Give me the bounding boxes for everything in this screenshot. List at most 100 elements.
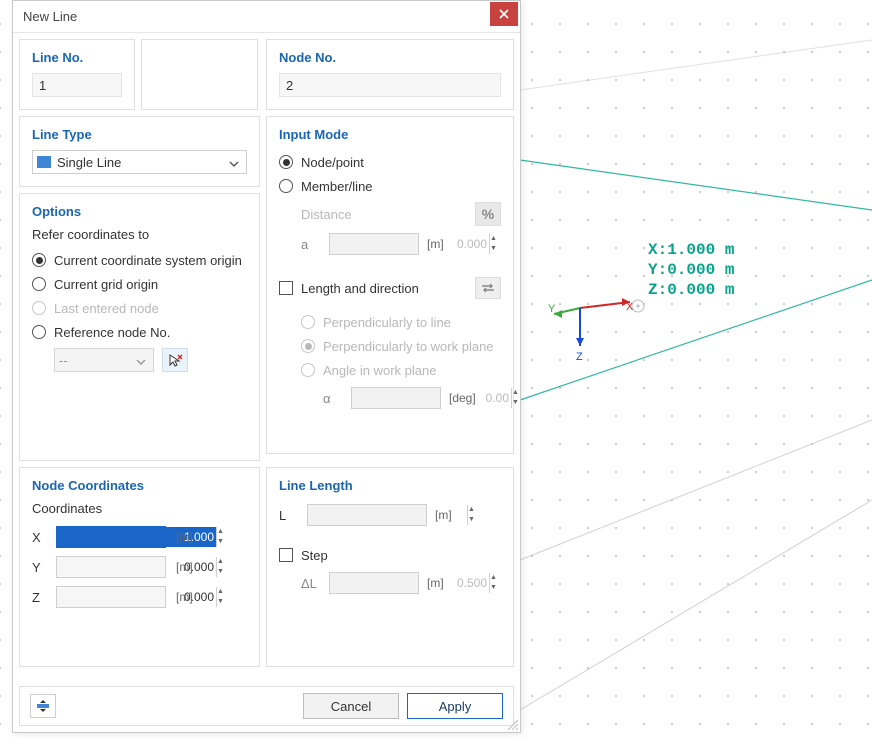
z-label: Z (32, 590, 46, 605)
new-line-dialog: New Line Line No. Node No. Line Type S (12, 0, 521, 733)
ucs-axes: X Y Z (540, 280, 660, 373)
readout-x: X:1.000 m (648, 240, 734, 260)
spin-up-icon[interactable]: ▲ (217, 587, 224, 597)
radio-icon (279, 179, 293, 193)
spin-down-icon: ▼ (512, 398, 519, 408)
option-cs-origin[interactable]: Current coordinate system origin (32, 248, 247, 272)
spin-down-icon[interactable]: ▼ (217, 567, 224, 577)
a-unit: [m] (427, 237, 444, 251)
spin-down-icon[interactable]: ▼ (217, 537, 224, 547)
line-type-value: Single Line (57, 155, 226, 170)
apply-button[interactable]: Apply (407, 693, 503, 719)
dialog-footer: Cancel Apply (19, 686, 514, 726)
spin-up-icon: ▲ (490, 573, 497, 583)
close-button[interactable] (490, 2, 518, 26)
refer-to-label: Refer coordinates to (32, 227, 247, 242)
line-type-label: Line Type (32, 127, 247, 142)
spin-down-icon: ▼ (490, 583, 497, 593)
mode-member-line[interactable]: Member/line (279, 174, 501, 198)
input-mode-panel: Input Mode Node/point Member/line Distan… (266, 116, 514, 454)
distance-a-input: ▲▼ (329, 233, 419, 255)
pick-node-button[interactable] (162, 348, 188, 372)
spin-up-icon[interactable]: ▲ (217, 527, 224, 537)
line-length-label: Line Length (279, 478, 501, 493)
details-icon (35, 699, 51, 713)
z-input[interactable]: ▲▼ (56, 586, 166, 608)
readout-y: Y:0.000 m (648, 260, 734, 280)
radio-icon (32, 253, 46, 267)
step-input: ▲▼ (329, 572, 419, 594)
distance-label: Distance (301, 207, 352, 222)
spin-up-icon: ▲ (512, 388, 519, 398)
close-icon (499, 9, 509, 19)
z-unit: [m] (176, 590, 193, 604)
radio-icon (301, 339, 315, 353)
radio-icon (301, 363, 315, 377)
dialog-title: New Line (23, 9, 490, 24)
resize-grip[interactable] (506, 718, 518, 730)
node-no-label: Node No. (279, 50, 501, 65)
spin-up-icon[interactable]: ▲ (217, 557, 224, 567)
perp-to-line: Perpendicularly to line (301, 310, 501, 334)
svg-text:Y: Y (548, 303, 556, 315)
spacer-panel (141, 39, 258, 110)
spin-down-icon: ▼ (468, 515, 475, 525)
option-grid-origin[interactable]: Current grid origin (32, 272, 247, 296)
line-no-panel: Line No. (19, 39, 135, 110)
spin-up-icon: ▲ (468, 505, 475, 515)
radio-icon (32, 325, 46, 339)
line-no-input[interactable] (32, 73, 122, 97)
delta-L-label: ΔL (301, 576, 321, 591)
swap-arrows-icon (480, 282, 496, 294)
input-mode-label: Input Mode (279, 127, 501, 142)
spin-up-icon: ▲ (490, 234, 497, 244)
radio-icon (32, 301, 46, 315)
line-length-panel: Line Length L ▲▼ [m] Step ΔL ▲▼ (266, 467, 514, 667)
mode-node-point[interactable]: Node/point (279, 150, 501, 174)
delta-L-unit: [m] (427, 576, 444, 590)
titlebar[interactable]: New Line (13, 1, 520, 33)
checkbox-icon (279, 281, 293, 295)
y-input[interactable]: ▲▼ (56, 556, 166, 578)
y-label: Y (32, 560, 46, 575)
angle-in-plane: Angle in work plane (301, 358, 501, 382)
y-unit: [m] (176, 560, 193, 574)
svg-text:Z: Z (576, 351, 583, 363)
chevron-down-icon (226, 155, 242, 170)
length-input: ▲▼ (307, 504, 427, 526)
x-unit: [m] (176, 530, 193, 544)
step-checkbox[interactable]: Step (279, 543, 501, 567)
option-last-node: Last entered node (32, 296, 247, 320)
readout-z: Z:0.000 m (648, 280, 734, 300)
radio-icon (32, 277, 46, 291)
node-coordinates-label: Node Coordinates (32, 478, 247, 493)
x-input[interactable]: ▲▼ (56, 526, 166, 548)
line-type-panel: Line Type Single Line (19, 116, 260, 187)
spin-down-icon: ▼ (490, 244, 497, 254)
alpha-label: α (323, 391, 343, 406)
details-button[interactable] (30, 694, 56, 718)
cancel-button[interactable]: Cancel (303, 693, 399, 719)
options-label: Options (32, 204, 247, 219)
line-type-swatch (37, 156, 51, 168)
node-no-input[interactable] (279, 73, 501, 97)
cursor-pick-icon (167, 352, 183, 368)
percent-toggle-button[interactable]: % (475, 202, 501, 226)
swap-direction-button[interactable] (475, 277, 501, 299)
ref-node-dropdown[interactable]: -- (54, 348, 154, 372)
node-no-panel: Node No. (266, 39, 514, 110)
line-type-dropdown[interactable]: Single Line (32, 150, 247, 174)
radio-icon (279, 155, 293, 169)
option-ref-node[interactable]: Reference node No. (32, 320, 247, 344)
alpha-input: ▲▼ (351, 387, 441, 409)
chevron-down-icon (133, 353, 149, 368)
L-label: L (279, 508, 299, 523)
options-panel: Options Refer coordinates to Current coo… (19, 193, 260, 461)
L-unit: [m] (435, 508, 452, 522)
node-coordinates-panel: Node Coordinates Coordinates X ▲▼ [m] Y … (19, 467, 260, 667)
a-label: a (301, 237, 321, 252)
line-no-label: Line No. (32, 50, 122, 65)
spin-down-icon[interactable]: ▼ (217, 597, 224, 607)
length-direction-checkbox[interactable]: Length and direction (279, 281, 419, 296)
coordinates-sublabel: Coordinates (32, 501, 247, 516)
